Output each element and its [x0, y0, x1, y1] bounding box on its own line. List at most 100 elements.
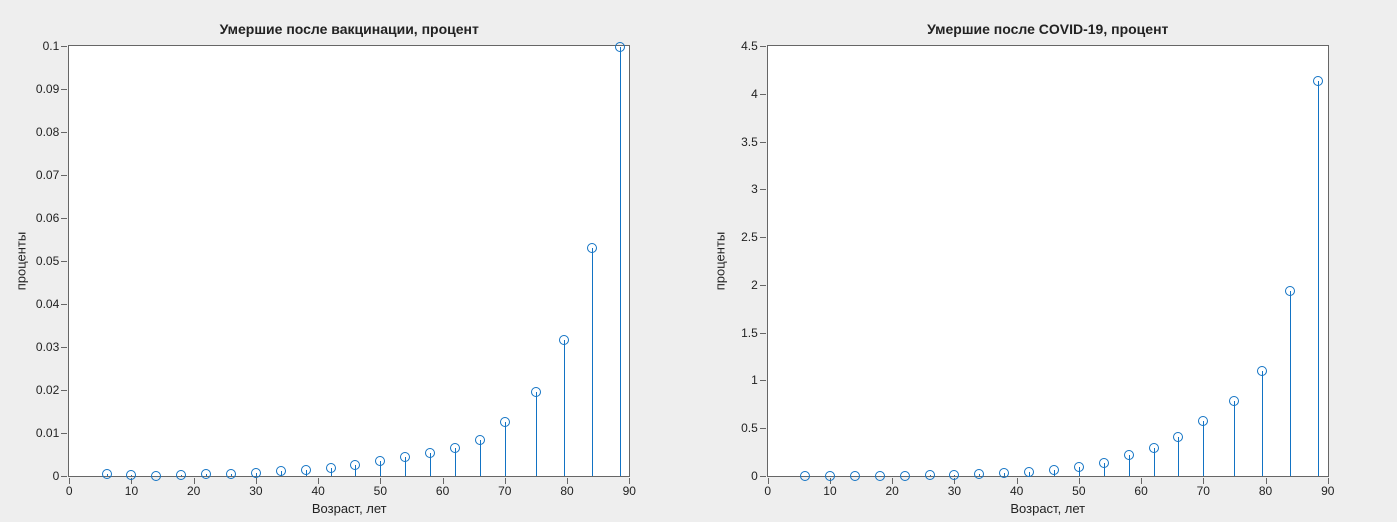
data-point — [301, 465, 311, 475]
data-point — [1229, 396, 1239, 406]
data-point — [949, 470, 959, 480]
y-tick-label: 0.07 — [36, 168, 69, 182]
data-point — [326, 463, 336, 473]
data-point — [226, 469, 236, 479]
data-point — [450, 443, 460, 453]
plot-area: проценты Возраст, лет 00.511.522.533.544… — [767, 45, 1329, 477]
data-point — [1198, 416, 1208, 426]
data-point — [126, 470, 136, 480]
data-point — [559, 335, 569, 345]
data-point — [475, 435, 485, 445]
x-tick-label: 20 — [886, 476, 899, 498]
y-tick-label: 0.03 — [36, 340, 69, 354]
data-point — [1124, 450, 1134, 460]
stem-line — [505, 422, 506, 476]
x-axis-label: Возраст, лет — [768, 501, 1328, 516]
data-point — [825, 471, 835, 481]
y-tick-label: 3 — [751, 182, 768, 196]
data-point — [531, 387, 541, 397]
data-point — [1099, 458, 1109, 468]
data-point — [615, 42, 625, 52]
y-tick-label: 4.5 — [741, 39, 768, 53]
data-point — [350, 460, 360, 470]
chart-left: Умершие после вакцинации, процент процен… — [68, 45, 630, 477]
data-point — [974, 469, 984, 479]
data-point — [800, 471, 810, 481]
x-tick-label: 70 — [498, 476, 511, 498]
data-point — [925, 470, 935, 480]
chart-title: Умершие после COVID-19, процент — [767, 21, 1329, 37]
y-tick-label: 0.09 — [36, 82, 69, 96]
y-tick-label: 1.5 — [741, 326, 768, 340]
x-tick-label: 90 — [1321, 476, 1334, 498]
data-point — [875, 471, 885, 481]
data-point — [850, 471, 860, 481]
y-tick-label: 1 — [751, 373, 768, 387]
stem-line — [480, 440, 481, 476]
stem-line — [1262, 371, 1263, 476]
stem-line — [1203, 421, 1204, 476]
x-tick-label: 20 — [187, 476, 200, 498]
stem-line — [1290, 291, 1291, 476]
x-axis-label: Возраст, лет — [69, 501, 629, 516]
x-tick-label: 50 — [1072, 476, 1085, 498]
y-tick-label: 0.01 — [36, 426, 69, 440]
data-point — [1257, 366, 1267, 376]
data-point — [1074, 462, 1084, 472]
stem-line — [592, 248, 593, 476]
plot-area: проценты Возраст, лет 00.010.020.030.040… — [68, 45, 630, 477]
data-point — [999, 468, 1009, 478]
x-tick-label: 0 — [764, 476, 771, 498]
data-point — [1173, 432, 1183, 442]
x-tick-label: 40 — [311, 476, 324, 498]
stem-line — [564, 340, 565, 476]
stem-line — [1318, 81, 1319, 476]
y-tick-label: 2.5 — [741, 230, 768, 244]
data-point — [1049, 465, 1059, 475]
x-tick-label: 40 — [1010, 476, 1023, 498]
y-axis-label: проценты — [712, 232, 727, 291]
data-point — [500, 417, 510, 427]
y-tick-label: 0.1 — [43, 39, 70, 53]
data-point — [900, 471, 910, 481]
x-tick-label: 80 — [1259, 476, 1272, 498]
data-point — [276, 466, 286, 476]
data-point — [425, 448, 435, 458]
stem-line — [1234, 401, 1235, 476]
stem-line — [536, 392, 537, 476]
y-tick-label: 0.04 — [36, 297, 69, 311]
chart-title: Умершие после вакцинации, процент — [68, 21, 630, 37]
y-tick-label: 3.5 — [741, 135, 768, 149]
data-point — [1149, 443, 1159, 453]
x-tick-label: 90 — [623, 476, 636, 498]
y-tick-label: 0.06 — [36, 211, 69, 225]
data-point — [151, 471, 161, 481]
y-tick-label: 0.5 — [741, 421, 768, 435]
stem-line — [1178, 437, 1179, 476]
y-tick-label: 0.05 — [36, 254, 69, 268]
x-tick-label: 80 — [560, 476, 573, 498]
y-tick-label: 0.08 — [36, 125, 69, 139]
data-point — [400, 452, 410, 462]
x-tick-label: 0 — [66, 476, 73, 498]
y-axis-label: проценты — [14, 232, 29, 291]
y-tick-label: 0.02 — [36, 383, 69, 397]
x-tick-label: 60 — [1134, 476, 1147, 498]
x-tick-label: 70 — [1197, 476, 1210, 498]
chart-right: Умершие после COVID-19, процент проценты… — [767, 45, 1329, 477]
data-point — [587, 243, 597, 253]
data-point — [251, 468, 261, 478]
data-point — [375, 456, 385, 466]
data-point — [102, 469, 112, 479]
data-point — [1024, 467, 1034, 477]
data-point — [1313, 76, 1323, 86]
data-point — [176, 470, 186, 480]
y-tick-label: 2 — [751, 278, 768, 292]
x-tick-label: 30 — [249, 476, 262, 498]
x-tick-label: 50 — [374, 476, 387, 498]
y-tick-label: 4 — [751, 87, 768, 101]
x-tick-label: 60 — [436, 476, 449, 498]
stem-line — [620, 47, 621, 476]
data-point — [1285, 286, 1295, 296]
data-point — [201, 469, 211, 479]
